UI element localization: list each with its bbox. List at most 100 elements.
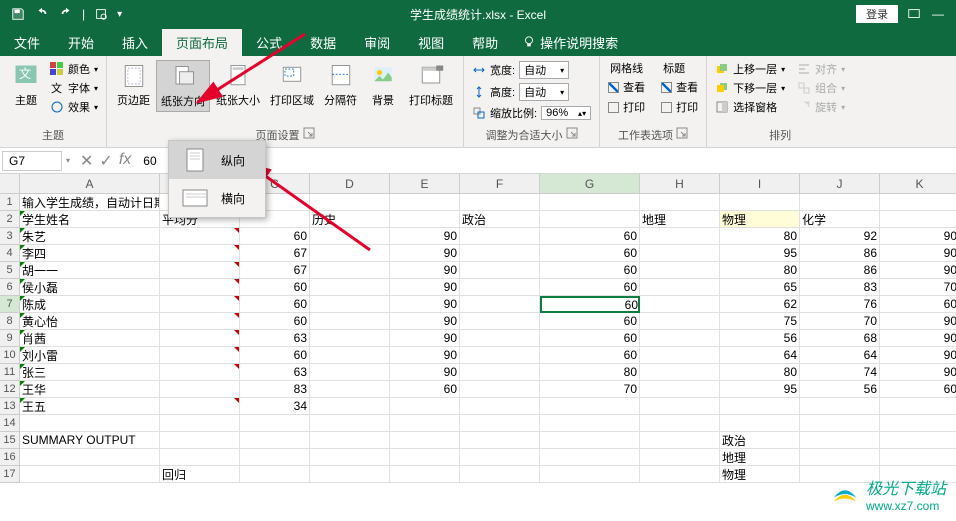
orientation-button[interactable]: 纸张方向 — [156, 60, 210, 112]
scale-combo[interactable]: 96%▴▾ — [541, 106, 591, 120]
cell[interactable]: 68 — [800, 330, 880, 347]
cell[interactable] — [880, 415, 956, 432]
cell[interactable]: 肖茜 — [20, 330, 160, 347]
cell[interactable] — [310, 194, 390, 211]
cell[interactable]: 95 — [720, 381, 800, 398]
cell[interactable] — [640, 313, 720, 330]
dialog-launcher-icon[interactable] — [303, 127, 315, 139]
cell[interactable]: 64 — [720, 347, 800, 364]
fx-icon[interactable]: fx — [119, 151, 131, 171]
cell[interactable]: 74 — [800, 364, 880, 381]
row-header[interactable]: 14 — [0, 415, 20, 432]
cell[interactable] — [460, 279, 540, 296]
cell[interactable]: 60 — [390, 381, 460, 398]
cell[interactable] — [160, 347, 240, 364]
print-area-button[interactable]: 打印区域 — [266, 60, 318, 110]
cell[interactable] — [640, 364, 720, 381]
landscape-option[interactable]: 横向 — [169, 179, 265, 217]
minimize-icon[interactable]: — — [930, 6, 946, 22]
cell[interactable]: 90 — [390, 330, 460, 347]
cell[interactable]: 60 — [540, 279, 640, 296]
cell[interactable] — [460, 415, 540, 432]
cell[interactable] — [310, 347, 390, 364]
cell[interactable] — [460, 364, 540, 381]
cell[interactable] — [310, 466, 390, 483]
cell[interactable] — [310, 449, 390, 466]
cell[interactable] — [310, 415, 390, 432]
cell[interactable] — [460, 398, 540, 415]
cell[interactable] — [880, 194, 956, 211]
cell[interactable] — [240, 415, 310, 432]
cell[interactable] — [160, 313, 240, 330]
cell[interactable] — [640, 398, 720, 415]
cell[interactable] — [640, 228, 720, 245]
cell[interactable] — [160, 228, 240, 245]
cell[interactable]: 92 — [800, 228, 880, 245]
column-header[interactable]: D — [310, 174, 390, 194]
column-header[interactable]: I — [720, 174, 800, 194]
headings-print-checkbox[interactable]: 打印 — [659, 98, 700, 116]
themes-button[interactable]: 文 主题 — [6, 60, 46, 110]
dialog-launcher-icon[interactable] — [676, 127, 688, 139]
cell[interactable]: 86 — [800, 245, 880, 262]
column-header[interactable]: A — [20, 174, 160, 194]
cell[interactable]: 60 — [240, 347, 310, 364]
cell[interactable]: 地理 — [720, 449, 800, 466]
column-header[interactable]: J — [800, 174, 880, 194]
cell[interactable] — [240, 449, 310, 466]
save-icon[interactable] — [10, 6, 26, 22]
column-header[interactable]: H — [640, 174, 720, 194]
size-button[interactable]: 纸张大小 — [212, 60, 264, 110]
cell[interactable] — [460, 194, 540, 211]
cell[interactable] — [240, 432, 310, 449]
cell[interactable] — [160, 364, 240, 381]
cell[interactable]: 80 — [720, 262, 800, 279]
cell[interactable]: 王华 — [20, 381, 160, 398]
cell[interactable]: 70 — [880, 279, 956, 296]
cell[interactable]: 李四 — [20, 245, 160, 262]
column-header[interactable]: E — [390, 174, 460, 194]
cell[interactable] — [800, 449, 880, 466]
row-header[interactable]: 4 — [0, 245, 20, 262]
cell[interactable] — [160, 245, 240, 262]
spreadsheet-grid[interactable]: ABCDEFGHIJKLM 1输入学生成绩，自动计日期：X年X月X日2学生姓名平… — [0, 174, 956, 504]
cell[interactable]: 回归 — [160, 466, 240, 483]
width-combo[interactable]: 自动▾ — [519, 61, 569, 79]
cell[interactable]: 60 — [240, 228, 310, 245]
cell[interactable] — [640, 381, 720, 398]
cell[interactable] — [240, 466, 310, 483]
row-header[interactable]: 1 — [0, 194, 20, 211]
row-header[interactable]: 6 — [0, 279, 20, 296]
cell[interactable] — [460, 381, 540, 398]
tab-公式[interactable]: 公式 — [242, 29, 296, 56]
cell[interactable] — [880, 398, 956, 415]
cell[interactable]: 90 — [390, 364, 460, 381]
cell[interactable] — [20, 466, 160, 483]
cell[interactable] — [720, 398, 800, 415]
cell[interactable]: 60 — [540, 330, 640, 347]
cell[interactable] — [310, 245, 390, 262]
cell[interactable]: 学生姓名 — [20, 211, 160, 228]
cell[interactable] — [880, 432, 956, 449]
row-header[interactable]: 15 — [0, 432, 20, 449]
cell[interactable] — [310, 381, 390, 398]
cell[interactable]: 65 — [720, 279, 800, 296]
cell[interactable]: 90 — [390, 313, 460, 330]
cell[interactable] — [640, 432, 720, 449]
cell[interactable]: 90 — [880, 330, 956, 347]
cell[interactable]: 60 — [240, 313, 310, 330]
cell[interactable]: 80 — [540, 364, 640, 381]
cell[interactable]: 90 — [880, 262, 956, 279]
cell[interactable] — [160, 432, 240, 449]
cell[interactable]: 60 — [540, 347, 640, 364]
print-preview-icon[interactable] — [93, 6, 109, 22]
cell[interactable] — [390, 449, 460, 466]
cell[interactable]: 70 — [800, 313, 880, 330]
cell[interactable]: 刘小雷 — [20, 347, 160, 364]
cell[interactable]: 物理 — [720, 466, 800, 483]
cell[interactable]: 90 — [880, 228, 956, 245]
row-header[interactable]: 16 — [0, 449, 20, 466]
cell[interactable]: 黄心怡 — [20, 313, 160, 330]
select-all-corner[interactable] — [0, 174, 20, 194]
column-header[interactable]: F — [460, 174, 540, 194]
